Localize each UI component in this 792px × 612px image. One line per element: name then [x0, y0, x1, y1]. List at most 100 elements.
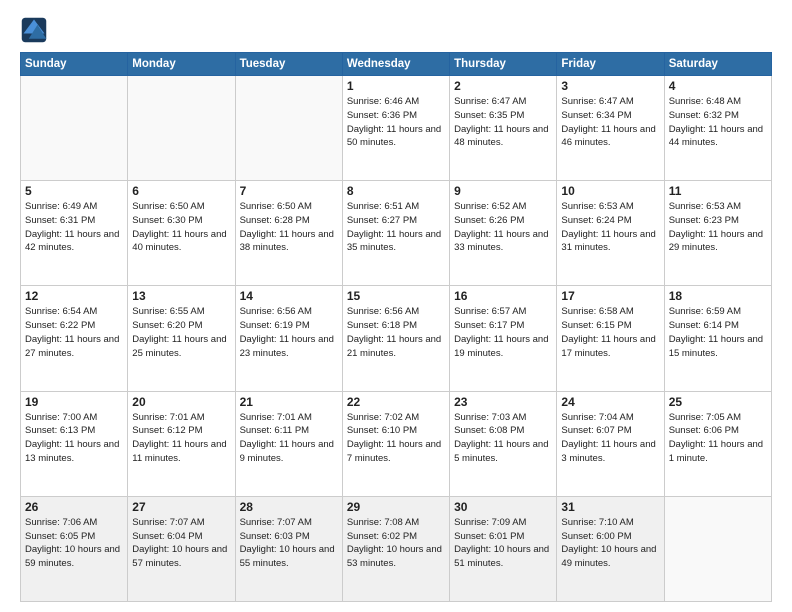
day-number: 8	[347, 184, 445, 198]
calendar-cell: 23Sunrise: 7:03 AMSunset: 6:08 PMDayligh…	[450, 391, 557, 496]
calendar-body: 1 Sunrise: 6:46 AMSunset: 6:36 PMDaylight…	[21, 76, 772, 602]
day-number: 31	[561, 500, 659, 514]
weekday-header-tuesday: Tuesday	[235, 53, 342, 76]
day-number: 3	[561, 79, 659, 93]
day-number: 27	[132, 500, 230, 514]
day-number: 2	[454, 79, 552, 93]
day-detail: Sunrise: 7:01 AMSunset: 6:12 PMDaylight:…	[132, 411, 230, 466]
day-detail: Sunrise: 7:02 AMSunset: 6:10 PMDaylight:…	[347, 411, 445, 466]
day-detail: Sunrise: 6:53 AMSunset: 6:23 PMDaylight:…	[669, 200, 767, 255]
weekday-header-thursday: Thursday	[450, 53, 557, 76]
day-detail: Sunrise: 7:00 AMSunset: 6:13 PMDaylight:…	[25, 411, 123, 466]
calendar-cell: 2 Sunrise: 6:47 AMSunset: 6:35 PMDaylight…	[450, 76, 557, 181]
day-detail: Sunrise: 7:07 AMSunset: 6:04 PMDaylight:…	[132, 516, 230, 571]
calendar-cell: 25 Sunrise: 7:05 AMSunset: 6:06 PMDayligh…	[664, 391, 771, 496]
day-number: 6	[132, 184, 230, 198]
day-number: 4	[669, 79, 767, 93]
day-number: 15	[347, 289, 445, 303]
day-detail: Sunrise: 6:47 AMSunset: 6:34 PMDaylight:…	[561, 95, 659, 150]
day-number: 19	[25, 395, 123, 409]
day-number: 14	[240, 289, 338, 303]
day-number: 5	[25, 184, 123, 198]
calendar-cell: 10 Sunrise: 6:53 AMSunset: 6:24 PMDayligh…	[557, 181, 664, 286]
weekday-header-wednesday: Wednesday	[342, 53, 449, 76]
calendar-week-4: 19 Sunrise: 7:00 AMSunset: 6:13 PMDayligh…	[21, 391, 772, 496]
calendar-cell	[128, 76, 235, 181]
calendar-cell: 13Sunrise: 6:55 AMSunset: 6:20 PMDayligh…	[128, 286, 235, 391]
calendar-cell: 5 Sunrise: 6:49 AMSunset: 6:31 PMDaylight…	[21, 181, 128, 286]
weekday-header-friday: Friday	[557, 53, 664, 76]
day-detail: Sunrise: 6:52 AMSunset: 6:26 PMDaylight:…	[454, 200, 552, 255]
calendar-cell: 18Sunrise: 6:59 AMSunset: 6:14 PMDayligh…	[664, 286, 771, 391]
calendar-cell: 30 Sunrise: 7:09 AMSunset: 6:01 PMDayligh…	[450, 496, 557, 601]
calendar-week-3: 12 Sunrise: 6:54 AMSunset: 6:22 PMDayligh…	[21, 286, 772, 391]
calendar-cell: 16Sunrise: 6:57 AMSunset: 6:17 PMDayligh…	[450, 286, 557, 391]
calendar-cell	[235, 76, 342, 181]
weekday-header-monday: Monday	[128, 53, 235, 76]
day-detail: Sunrise: 7:10 AMSunset: 6:00 PMDaylight:…	[561, 516, 659, 571]
day-detail: Sunrise: 6:58 AMSunset: 6:15 PMDaylight:…	[561, 305, 659, 360]
day-detail: Sunrise: 6:56 AMSunset: 6:19 PMDaylight:…	[240, 305, 338, 360]
weekday-header-sunday: Sunday	[21, 53, 128, 76]
day-detail: Sunrise: 6:56 AMSunset: 6:18 PMDaylight:…	[347, 305, 445, 360]
weekday-header-saturday: Saturday	[664, 53, 771, 76]
calendar-cell: 7 Sunrise: 6:50 AMSunset: 6:28 PMDaylight…	[235, 181, 342, 286]
calendar-cell: 9 Sunrise: 6:52 AMSunset: 6:26 PMDaylight…	[450, 181, 557, 286]
day-number: 21	[240, 395, 338, 409]
calendar-cell	[21, 76, 128, 181]
calendar-cell: 3 Sunrise: 6:47 AMSunset: 6:34 PMDaylight…	[557, 76, 664, 181]
day-number: 29	[347, 500, 445, 514]
logo-icon	[20, 16, 48, 44]
calendar-cell: 12 Sunrise: 6:54 AMSunset: 6:22 PMDayligh…	[21, 286, 128, 391]
calendar-week-5: 26 Sunrise: 7:06 AMSunset: 6:05 PMDayligh…	[21, 496, 772, 601]
day-detail: Sunrise: 6:47 AMSunset: 6:35 PMDaylight:…	[454, 95, 552, 150]
day-detail: Sunrise: 6:50 AMSunset: 6:28 PMDaylight:…	[240, 200, 338, 255]
calendar-week-1: 1 Sunrise: 6:46 AMSunset: 6:36 PMDaylight…	[21, 76, 772, 181]
calendar-cell: 21Sunrise: 7:01 AMSunset: 6:11 PMDayligh…	[235, 391, 342, 496]
calendar-week-2: 5 Sunrise: 6:49 AMSunset: 6:31 PMDaylight…	[21, 181, 772, 286]
calendar-cell: 1 Sunrise: 6:46 AMSunset: 6:36 PMDaylight…	[342, 76, 449, 181]
day-number: 1	[347, 79, 445, 93]
calendar-cell	[664, 496, 771, 601]
day-detail: Sunrise: 7:09 AMSunset: 6:01 PMDaylight:…	[454, 516, 552, 571]
day-number: 11	[669, 184, 767, 198]
header	[20, 16, 772, 44]
calendar-header: SundayMondayTuesdayWednesdayThursdayFrid…	[21, 53, 772, 76]
calendar-cell: 22Sunrise: 7:02 AMSunset: 6:10 PMDayligh…	[342, 391, 449, 496]
calendar-cell: 26 Sunrise: 7:06 AMSunset: 6:05 PMDayligh…	[21, 496, 128, 601]
day-number: 9	[454, 184, 552, 198]
calendar-cell: 11 Sunrise: 6:53 AMSunset: 6:23 PMDayligh…	[664, 181, 771, 286]
day-detail: Sunrise: 6:48 AMSunset: 6:32 PMDaylight:…	[669, 95, 767, 150]
day-number: 24	[561, 395, 659, 409]
day-number: 7	[240, 184, 338, 198]
calendar-cell: 31 Sunrise: 7:10 AMSunset: 6:00 PMDayligh…	[557, 496, 664, 601]
calendar-cell: 27 Sunrise: 7:07 AMSunset: 6:04 PMDayligh…	[128, 496, 235, 601]
day-detail: Sunrise: 7:07 AMSunset: 6:03 PMDaylight:…	[240, 516, 338, 571]
day-number: 20	[132, 395, 230, 409]
day-detail: Sunrise: 6:53 AMSunset: 6:24 PMDaylight:…	[561, 200, 659, 255]
day-number: 10	[561, 184, 659, 198]
day-number: 30	[454, 500, 552, 514]
page: SundayMondayTuesdayWednesdayThursdayFrid…	[0, 0, 792, 612]
day-detail: Sunrise: 7:03 AMSunset: 6:08 PMDaylight:…	[454, 411, 552, 466]
calendar-cell: 24 Sunrise: 7:04 AMSunset: 6:07 PMDayligh…	[557, 391, 664, 496]
day-detail: Sunrise: 6:49 AMSunset: 6:31 PMDaylight:…	[25, 200, 123, 255]
day-number: 28	[240, 500, 338, 514]
day-detail: Sunrise: 6:55 AMSunset: 6:20 PMDaylight:…	[132, 305, 230, 360]
day-detail: Sunrise: 7:05 AMSunset: 6:06 PMDaylight:…	[669, 411, 767, 466]
calendar-cell: 6 Sunrise: 6:50 AMSunset: 6:30 PMDaylight…	[128, 181, 235, 286]
day-detail: Sunrise: 7:06 AMSunset: 6:05 PMDaylight:…	[25, 516, 123, 571]
calendar-cell: 28 Sunrise: 7:07 AMSunset: 6:03 PMDayligh…	[235, 496, 342, 601]
day-detail: Sunrise: 7:04 AMSunset: 6:07 PMDaylight:…	[561, 411, 659, 466]
day-number: 25	[669, 395, 767, 409]
day-number: 18	[669, 289, 767, 303]
day-detail: Sunrise: 6:54 AMSunset: 6:22 PMDaylight:…	[25, 305, 123, 360]
calendar: SundayMondayTuesdayWednesdayThursdayFrid…	[20, 52, 772, 602]
day-number: 16	[454, 289, 552, 303]
day-number: 12	[25, 289, 123, 303]
day-number: 26	[25, 500, 123, 514]
day-detail: Sunrise: 6:46 AMSunset: 6:36 PMDaylight:…	[347, 95, 445, 150]
day-detail: Sunrise: 6:50 AMSunset: 6:30 PMDaylight:…	[132, 200, 230, 255]
weekday-row: SundayMondayTuesdayWednesdayThursdayFrid…	[21, 53, 772, 76]
calendar-cell: 15 Sunrise: 6:56 AMSunset: 6:18 PMDayligh…	[342, 286, 449, 391]
